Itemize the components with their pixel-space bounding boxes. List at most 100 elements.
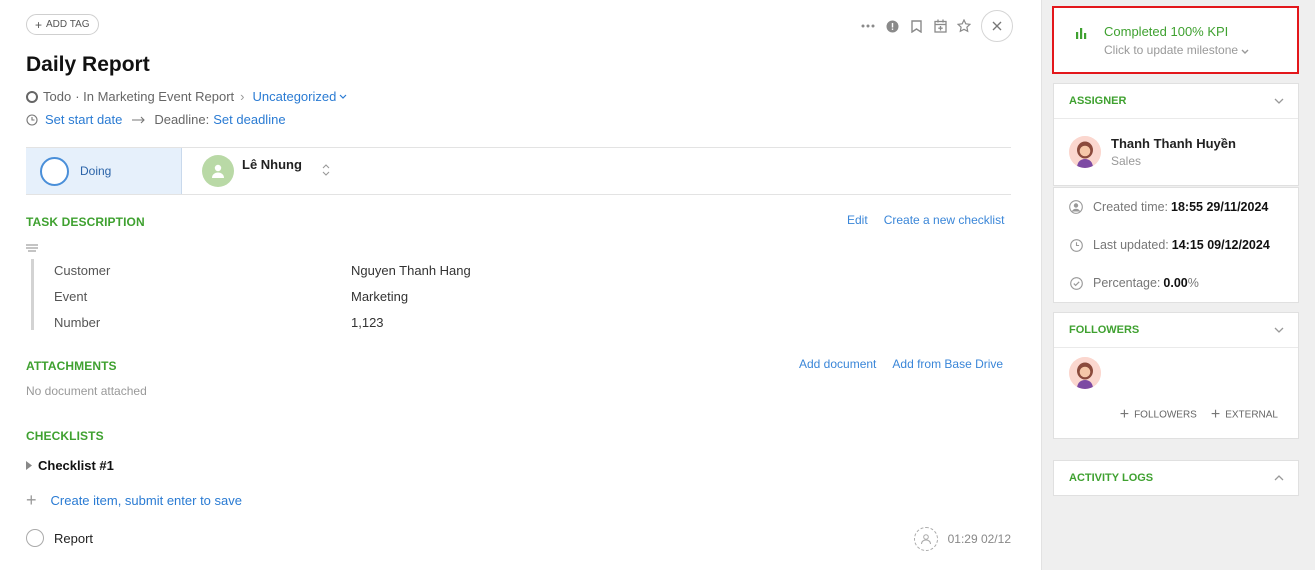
deadline-label: Deadline: xyxy=(154,112,210,127)
assigner-card: ASSIGNER Thanh Thanh Huyền Sales xyxy=(1053,83,1299,186)
attachments-heading: ATTACHMENTS xyxy=(26,359,117,373)
add-external-button[interactable]: + EXTERNAL xyxy=(1211,406,1278,424)
field-value-event: Marketing xyxy=(351,289,409,304)
assigner-name: Thanh Thanh Huyền xyxy=(1111,136,1236,151)
assigner-card-header[interactable]: ASSIGNER xyxy=(1054,84,1298,118)
percentage-value: 0.00 xyxy=(1163,276,1188,290)
chevron-down-icon xyxy=(1274,327,1284,333)
sort-updown-icon[interactable] xyxy=(322,163,330,179)
checklists-heading: CHECKLISTS xyxy=(26,429,104,443)
plus-icon: + xyxy=(1210,406,1221,423)
add-from-drive-link[interactable]: Add from Base Drive xyxy=(892,357,1003,371)
task-description-heading: TASK DESCRIPTION xyxy=(26,215,145,229)
checklist-item-time: 01:29 02/12 xyxy=(947,532,1011,546)
edit-link[interactable]: Edit xyxy=(847,213,868,227)
category-label: Uncategorized xyxy=(252,89,337,104)
attachments-actions: Add document Add from Base Drive xyxy=(799,357,1003,371)
no-attachment-text: No document attached xyxy=(26,384,147,398)
calendar-add-icon[interactable] xyxy=(928,14,952,38)
kpi-subtitle-text: Click to update milestone xyxy=(1104,43,1239,57)
field-label-number: Number xyxy=(54,315,101,330)
chevron-down-icon xyxy=(1241,49,1249,54)
page-title: Daily Report xyxy=(26,53,150,76)
user-avatar xyxy=(202,155,234,187)
updated-label: Last updated: xyxy=(1093,238,1169,252)
create-item-placeholder: Create item, submit enter to save xyxy=(50,492,242,508)
arrow-right-icon xyxy=(132,116,146,123)
category-dropdown[interactable]: Uncategorized xyxy=(253,89,348,104)
field-value-number: 1,123 xyxy=(351,315,384,330)
plus-icon: + xyxy=(1119,406,1130,423)
followers-list xyxy=(1054,348,1298,392)
status-doing-button[interactable]: Doing xyxy=(26,148,182,194)
kpi-title: Completed 100% KPI xyxy=(1104,24,1229,39)
assignee-selector[interactable]: Lê Nhung xyxy=(182,148,330,194)
user-circle-icon xyxy=(1069,200,1083,214)
set-deadline-link[interactable]: Set deadline xyxy=(213,112,285,127)
add-tag-button[interactable]: + ADD TAG xyxy=(26,14,99,35)
created-time-row: Created time: 18:55 29/11/2024 xyxy=(1054,188,1298,226)
set-start-date-link[interactable]: Set start date xyxy=(45,112,122,127)
assign-user-icon[interactable] xyxy=(913,527,938,551)
create-item-input[interactable]: + Create item, submit enter to save xyxy=(26,491,242,509)
todo-status-icon xyxy=(26,90,38,103)
created-label: Created time: xyxy=(1093,200,1169,214)
followers-heading: FOLLOWERS xyxy=(1069,324,1140,336)
top-toolbar xyxy=(856,10,1013,42)
close-icon xyxy=(992,21,1002,31)
assigner-row: Thanh Thanh Huyền Sales xyxy=(1054,119,1298,185)
assigner-heading: ASSIGNER xyxy=(1069,95,1127,107)
add-external-label: EXTERNAL xyxy=(1225,409,1278,421)
bar-chart-icon xyxy=(1076,28,1087,39)
add-followers-label: FOLLOWERS xyxy=(1134,409,1197,421)
plus-icon: + xyxy=(35,17,43,32)
checklist-toggle[interactable]: Checklist #1 xyxy=(26,458,114,473)
assigner-avatar xyxy=(1069,136,1101,168)
checklist-item-label: Report xyxy=(54,530,94,546)
breadcrumb[interactable]: · In Marketing Event Report xyxy=(75,89,234,104)
followers-card: FOLLOWERS + FOLLOWERS + EXTERNAL xyxy=(1053,312,1299,439)
star-icon[interactable] xyxy=(952,14,976,38)
updated-value: 14:15 09/12/2024 xyxy=(1171,238,1270,252)
plus-icon: + xyxy=(26,490,37,510)
followers-actions: + FOLLOWERS + EXTERNAL xyxy=(1054,392,1298,438)
last-updated-row: Last updated: 14:15 09/12/2024 xyxy=(1054,226,1298,264)
clock-icon xyxy=(26,113,38,126)
field-value-customer: Nguyen Thanh Hang xyxy=(351,263,471,278)
field-label-event: Event xyxy=(54,289,88,304)
activity-logs-header[interactable]: ACTIVITY LOGS xyxy=(1054,461,1298,495)
more-icon[interactable] xyxy=(856,14,880,38)
task-main-panel: + ADD TAG Daily Report Todo · In Marketi… xyxy=(0,0,1041,570)
bookmark-icon[interactable] xyxy=(904,14,928,38)
percentage-row: Percentage: 0.00 % xyxy=(1054,264,1298,302)
task-description-actions: Edit Create a new checklist xyxy=(847,213,1004,227)
task-meta-line: Todo · In Marketing Event Report › Uncat… xyxy=(26,89,347,104)
status-bar: Doing Lê Nhung xyxy=(26,147,1011,195)
status-doing-label: Doing xyxy=(80,164,112,178)
add-followers-button[interactable]: + FOLLOWERS xyxy=(1120,406,1197,424)
text-lines-icon xyxy=(26,244,38,252)
add-document-link[interactable]: Add document xyxy=(799,357,876,371)
close-button[interactable] xyxy=(981,10,1013,42)
add-tag-label: ADD TAG xyxy=(46,19,90,30)
task-sidebar: Completed 100% KPI Click to update miles… xyxy=(1041,0,1315,570)
activity-logs-card: ACTIVITY LOGS xyxy=(1053,460,1299,496)
chevron-down-icon xyxy=(1274,98,1284,104)
checklist-item-meta: 01:29 02/12 xyxy=(913,527,1011,551)
create-checklist-link[interactable]: Create a new checklist xyxy=(884,213,1005,227)
alert-icon[interactable] xyxy=(880,14,904,38)
kpi-subtitle: Click to update milestone xyxy=(1104,43,1249,57)
percentage-unit: % xyxy=(1187,276,1199,290)
task-info-card: Created time: 18:55 29/11/2024 Last upda… xyxy=(1053,187,1299,303)
followers-card-header[interactable]: FOLLOWERS xyxy=(1054,313,1298,347)
dates-line: Set start date Deadline: Set deadline xyxy=(26,112,286,127)
kpi-milestone-box[interactable]: Completed 100% KPI Click to update miles… xyxy=(1052,6,1299,74)
follower-avatar[interactable] xyxy=(1069,357,1101,389)
checklist-item: Report xyxy=(26,529,93,547)
created-value: 18:55 29/11/2024 xyxy=(1171,200,1269,214)
item-checkbox[interactable] xyxy=(26,529,44,547)
check-circle-icon xyxy=(1069,276,1083,290)
breadcrumb-separator: › xyxy=(240,89,245,104)
status-ring-icon xyxy=(40,156,69,186)
assignee-name: Lê Nhung xyxy=(242,157,302,172)
